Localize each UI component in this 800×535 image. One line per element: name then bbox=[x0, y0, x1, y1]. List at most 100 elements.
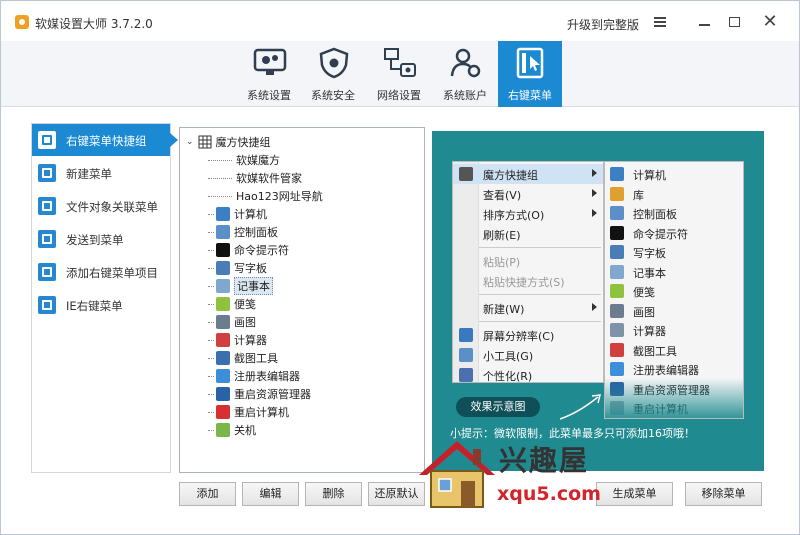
tree-item-label: 控制面板 bbox=[234, 226, 278, 239]
generate-menu-button[interactable]: 生成菜单 bbox=[596, 482, 673, 506]
tab-system-accounts[interactable]: 系统账户 bbox=[433, 41, 497, 107]
tree-item[interactable]: 重启计算机 bbox=[216, 403, 289, 421]
tree-item[interactable]: Hao123网址导航 bbox=[236, 187, 323, 205]
submenu-label: 画图 bbox=[633, 305, 655, 319]
sidebar-item-new-menu[interactable]: 新建菜单 bbox=[32, 157, 170, 189]
context-menu-label: 屏幕分辨率(C) bbox=[483, 330, 555, 343]
tree-item-label: 重启资源管理器 bbox=[234, 388, 311, 401]
sidebar-item-label: 添加右键菜单项目 bbox=[66, 266, 158, 280]
tree-connector bbox=[208, 232, 214, 233]
tree-root[interactable]: ⌄ 魔方快捷组 bbox=[186, 133, 271, 151]
close-button[interactable]: ✕ bbox=[757, 9, 783, 35]
tree-item-label: 软媒魔方 bbox=[236, 154, 280, 167]
menu-tree[interactable]: ⌄ 魔方快捷组 软媒魔方软媒软件管家 Hao123网址导航计算机控制面板命令提示符… bbox=[179, 127, 425, 473]
tree-item[interactable]: 画图 bbox=[216, 313, 256, 331]
menu-item-icon bbox=[459, 328, 473, 342]
context-menu-item: 粘贴(P) bbox=[453, 251, 603, 271]
collapse-icon[interactable]: ⌄ bbox=[186, 137, 194, 147]
tree-item[interactable]: 注册表编辑器 bbox=[216, 367, 300, 385]
submenu-label: 计算机 bbox=[633, 169, 666, 182]
sidebar-item-file-association[interactable]: 文件对象关联菜单 bbox=[32, 190, 170, 222]
tree-connector bbox=[208, 160, 232, 161]
tab-label: 右键菜单 bbox=[508, 89, 552, 102]
restart-explorer-icon bbox=[216, 387, 230, 401]
submenu-item-icon bbox=[610, 342, 624, 357]
tree-item-label: 计算机 bbox=[234, 208, 267, 221]
context-menu-item: 魔方快捷组 bbox=[453, 164, 603, 184]
tree-item[interactable]: 重启资源管理器 bbox=[216, 385, 311, 403]
watermark-url: xqu5.com bbox=[497, 483, 601, 505]
hamburger-icon bbox=[654, 17, 666, 27]
tree-connector bbox=[208, 322, 214, 323]
context-menu-label: 刷新(E) bbox=[483, 229, 521, 242]
edit-button[interactable]: 编辑 bbox=[242, 482, 299, 506]
submenu-label: 命令提示符 bbox=[633, 227, 688, 241]
tree-connector bbox=[208, 196, 232, 197]
submenu-arrow-icon bbox=[592, 303, 597, 311]
sidebar-item-add-item[interactable]: 添加右键菜单项目 bbox=[32, 256, 170, 288]
tree-item[interactable]: 软媒魔方 bbox=[236, 151, 280, 169]
tree-connector bbox=[208, 304, 214, 305]
paint-icon bbox=[216, 315, 230, 329]
tree-item[interactable]: 记事本 bbox=[216, 277, 273, 295]
minimize-button[interactable] bbox=[691, 9, 717, 35]
tree-item-label: 写字板 bbox=[234, 262, 267, 275]
context-menu-label: 查看(V) bbox=[483, 189, 522, 202]
close-icon: ✕ bbox=[762, 11, 778, 32]
submenu-item: 命令提示符 bbox=[605, 223, 743, 243]
tree-connector bbox=[208, 214, 214, 215]
remove-menu-button[interactable]: 移除菜单 bbox=[685, 482, 762, 506]
sidebar-item-ie-menu[interactable]: IE右键菜单 bbox=[32, 289, 170, 321]
submenu-label: 截图工具 bbox=[633, 344, 677, 358]
arrow-icon bbox=[559, 394, 601, 420]
settings-monitor-icon bbox=[253, 48, 287, 75]
control-panel-icon bbox=[216, 225, 230, 239]
tab-context-menu[interactable]: 右键菜单 bbox=[498, 41, 562, 107]
add-button[interactable]: 添加 bbox=[179, 482, 236, 506]
submenu-arrow-icon bbox=[592, 209, 597, 217]
context-menu-item: 新建(W) bbox=[453, 298, 603, 318]
submenu-item-icon bbox=[610, 284, 624, 298]
tree-connector bbox=[208, 358, 214, 359]
tree-item-label: 画图 bbox=[234, 316, 256, 329]
wordpad-icon bbox=[216, 261, 230, 275]
context-menu-item: 屏幕分辨率(C) bbox=[453, 325, 603, 345]
tree-connector bbox=[208, 286, 214, 287]
context-menu-label: 排序方式(O) bbox=[483, 209, 545, 222]
upgrade-link[interactable]: 升级到完整版 bbox=[567, 16, 639, 33]
tree-item[interactable]: 控制面板 bbox=[216, 223, 278, 241]
tree-root-label: 魔方快捷组 bbox=[215, 136, 271, 149]
tree-item[interactable]: 命令提示符 bbox=[216, 241, 289, 259]
tree-item-label: 注册表编辑器 bbox=[234, 370, 300, 383]
tree-connector bbox=[208, 340, 214, 341]
watermark-cn: 兴趣屋 bbox=[499, 444, 590, 477]
tree-item[interactable]: 便笺 bbox=[216, 295, 256, 313]
menu-item-icon bbox=[459, 348, 473, 362]
tree-item[interactable]: 软媒软件管家 bbox=[236, 169, 302, 187]
sidebar-item-quick-group[interactable]: 右键菜单快捷组 bbox=[32, 124, 178, 156]
delete-button[interactable]: 删除 bbox=[305, 482, 362, 506]
snipping-tool-icon bbox=[216, 351, 230, 365]
users-icon bbox=[450, 48, 481, 78]
sidebar-item-send-to[interactable]: 发送到菜单 bbox=[32, 223, 170, 255]
preview-context-menu: 魔方快捷组 查看(V) 排序方式(O) 刷新(E) 粘贴(P) 粘贴快捷方式(S) 新建(W… bbox=[452, 161, 604, 383]
tree-item[interactable]: 写字板 bbox=[216, 259, 267, 277]
tree-connector bbox=[208, 268, 214, 269]
submenu-label: 控制面板 bbox=[633, 208, 677, 221]
tab-system-security[interactable]: 系统安全 bbox=[301, 41, 365, 107]
tree-item[interactable]: 计算机 bbox=[216, 205, 267, 223]
tab-network-settings[interactable]: 网络设置 bbox=[367, 41, 431, 107]
tree-item[interactable]: 截图工具 bbox=[216, 349, 278, 367]
tree-item[interactable]: 计算器 bbox=[216, 331, 267, 349]
context-menu-item: 刷新(E) bbox=[453, 224, 603, 244]
submenu-item: 控制面板 bbox=[605, 203, 743, 223]
submenu-item-icon bbox=[610, 264, 624, 279]
submenu-item-icon bbox=[610, 362, 624, 376]
tree-connector bbox=[208, 412, 214, 413]
main-menu-button[interactable] bbox=[647, 9, 673, 35]
submenu-item: 写字板 bbox=[605, 242, 743, 262]
maximize-button[interactable] bbox=[721, 9, 747, 35]
tab-system-settings[interactable]: 系统设置 bbox=[237, 41, 301, 107]
sidebar-item-label: 右键菜单快捷组 bbox=[66, 134, 147, 148]
tree-item[interactable]: 关机 bbox=[216, 421, 256, 439]
